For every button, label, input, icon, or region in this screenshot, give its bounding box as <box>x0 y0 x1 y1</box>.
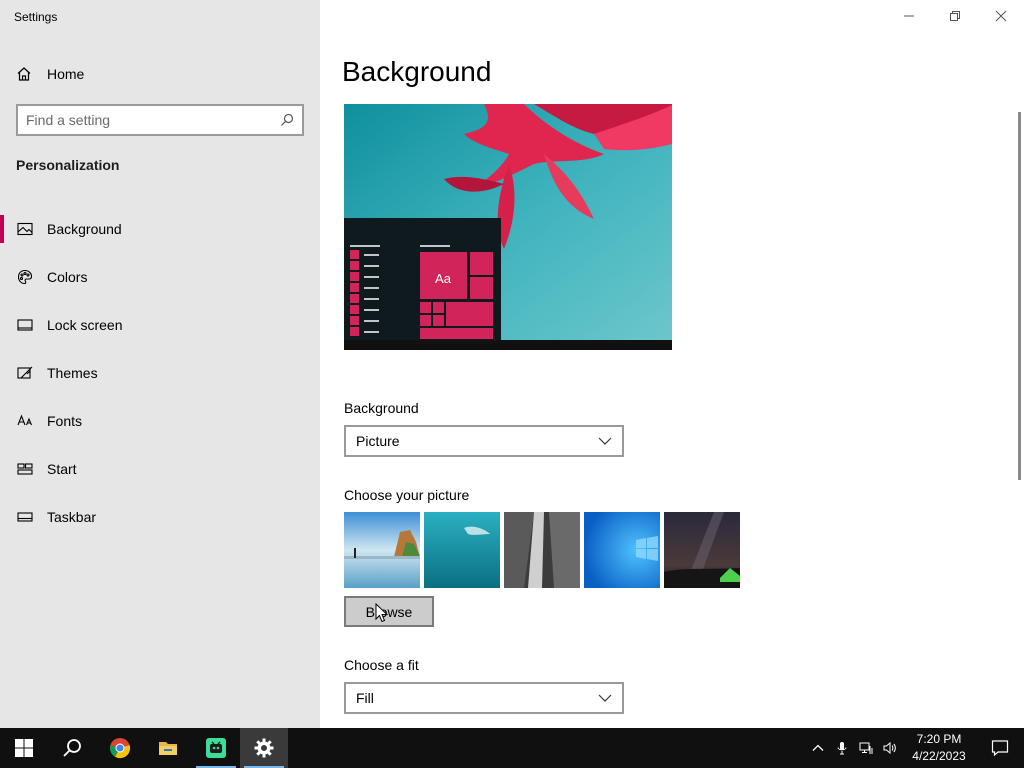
fonts-icon <box>16 412 34 430</box>
close-icon <box>995 10 1007 22</box>
nav-label: Background <box>47 221 122 237</box>
app-title: Settings <box>14 10 58 24</box>
folder-icon <box>159 742 177 755</box>
minimize-icon <box>904 15 914 17</box>
chevron-down-icon <box>598 694 612 702</box>
notification-center-button[interactable] <box>976 728 1024 768</box>
nav-label: Fonts <box>47 413 83 429</box>
clock-time: 7:20 PM <box>916 732 962 746</box>
start-icon <box>16 460 34 478</box>
clock[interactable]: 7:20 PM 4/22/2023 <box>902 728 976 768</box>
taskbar-icon <box>16 508 34 526</box>
network-icon <box>859 742 873 754</box>
nav-label: Start <box>47 461 77 477</box>
themes-icon <box>16 364 34 382</box>
picture-thumbnails <box>344 512 740 588</box>
show-hidden-icons-button[interactable] <box>806 728 830 768</box>
chrome-icon <box>110 738 131 759</box>
taskbar-app-green[interactable] <box>192 728 240 768</box>
nav-item-background[interactable]: Background <box>0 205 320 253</box>
nav-item-fonts[interactable]: Fonts <box>0 397 320 445</box>
nav-label: Taskbar <box>47 509 97 525</box>
volume-button[interactable] <box>878 728 902 768</box>
restore-button[interactable] <box>932 0 978 32</box>
taskbar-search-button[interactable] <box>48 728 96 768</box>
gear-icon <box>254 738 274 758</box>
choose-fit-label: Choose a fit <box>344 657 419 673</box>
nav-item-start[interactable]: Start <box>0 445 320 493</box>
taskbar: 7:20 PM 4/22/2023 <box>0 728 1024 768</box>
nav-label: Themes <box>47 365 98 381</box>
picture-thumbnail-beach[interactable] <box>344 512 420 588</box>
notification-icon <box>991 740 1009 757</box>
taskbar-chrome[interactable] <box>96 728 144 768</box>
microphone-button[interactable] <box>830 728 854 768</box>
home-label: Home <box>47 66 85 82</box>
robot-app-icon <box>206 738 226 758</box>
background-label: Background <box>344 400 419 416</box>
preview-tile-label: Aa <box>435 271 452 286</box>
background-dropdown-value: Picture <box>356 433 400 449</box>
system-tray: 7:20 PM 4/22/2023 <box>806 728 1024 768</box>
volume-icon <box>883 741 896 755</box>
taskbar-settings[interactable] <box>240 728 288 768</box>
chevron-up-icon <box>812 744 824 751</box>
section-title: Personalization <box>16 157 120 173</box>
lock-screen-icon <box>16 316 34 334</box>
home-icon <box>17 67 31 81</box>
nav-item-taskbar[interactable]: Taskbar <box>0 493 320 541</box>
network-button[interactable] <box>854 728 878 768</box>
fit-dropdown[interactable]: Fill <box>344 682 624 714</box>
search-icon <box>281 113 294 126</box>
start-button[interactable] <box>0 728 48 768</box>
nav-list: Background Colors Lock screen Themes Fon… <box>0 205 320 541</box>
fit-dropdown-value: Fill <box>356 690 374 706</box>
windows-logo-icon <box>15 739 33 757</box>
taskbar-file-explorer[interactable] <box>144 728 192 768</box>
search-input[interactable] <box>26 112 280 128</box>
nav-item-themes[interactable]: Themes <box>0 349 320 397</box>
picture-thumbnail-waterfall[interactable] <box>504 512 580 588</box>
search-box[interactable] <box>16 104 304 136</box>
close-button[interactable] <box>978 0 1024 32</box>
preview-image: Aa <box>344 104 672 350</box>
picture-thumbnail-underwater[interactable] <box>424 512 500 588</box>
choose-picture-label: Choose your picture <box>344 487 470 503</box>
home-link[interactable]: Home <box>16 64 84 84</box>
clock-date: 4/22/2023 <box>912 749 966 763</box>
nav-label: Colors <box>47 269 88 285</box>
picture-icon <box>16 220 34 238</box>
nav-label: Lock screen <box>47 317 123 333</box>
page-title: Background <box>342 56 492 87</box>
background-preview: Aa <box>344 104 672 350</box>
nav-item-colors[interactable]: Colors <box>0 253 320 301</box>
palette-icon <box>16 268 34 286</box>
sidebar: Settings Home Personalization Background… <box>0 0 320 728</box>
microphone-icon <box>837 742 847 755</box>
picture-thumbnail-windows-logo[interactable] <box>584 512 660 588</box>
search-icon <box>63 739 81 757</box>
picture-thumbnail-night-sky[interactable] <box>664 512 740 588</box>
restore-icon <box>950 11 960 21</box>
vertical-scrollbar[interactable] <box>1018 112 1021 480</box>
browse-button[interactable]: Browse <box>344 596 434 627</box>
background-dropdown[interactable]: Picture <box>344 425 624 457</box>
chevron-down-icon <box>598 437 612 445</box>
nav-item-lock-screen[interactable]: Lock screen <box>0 301 320 349</box>
minimize-button[interactable] <box>886 0 932 32</box>
